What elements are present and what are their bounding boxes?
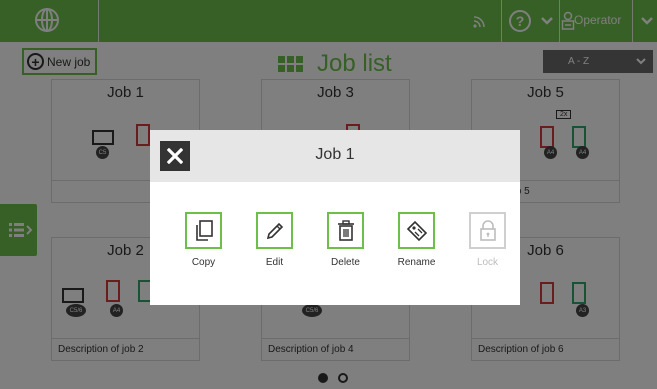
copy-icon — [195, 219, 213, 241]
copy-button[interactable] — [185, 212, 222, 249]
dialog-header: Job 1 — [150, 130, 520, 182]
lock-button — [469, 212, 506, 249]
copy-label: Copy — [191, 257, 216, 268]
dialog-title: Job 1 — [315, 146, 355, 163]
rename-label: Rename — [397, 257, 436, 268]
dialog-actions: Copy Edit Delete Rename Lock — [168, 212, 523, 268]
edit-action[interactable]: Edit — [239, 212, 310, 268]
lock-label: Lock — [476, 257, 499, 268]
rename-action[interactable]: Rename — [381, 212, 452, 268]
lock-action: Lock — [452, 212, 523, 268]
rename-button[interactable] — [398, 212, 435, 249]
copy-action[interactable]: Copy — [168, 212, 239, 268]
tag-icon — [406, 220, 427, 241]
lock-icon — [479, 219, 496, 241]
delete-label: Delete — [331, 257, 360, 268]
delete-button[interactable] — [327, 212, 364, 249]
delete-action[interactable]: Delete — [310, 212, 381, 268]
pencil-icon — [266, 222, 283, 239]
edit-label: Edit — [265, 257, 284, 268]
edit-button[interactable] — [256, 212, 293, 249]
trash-icon — [337, 219, 354, 241]
job-actions-dialog: Job 1 Copy Edit Delete Rename Lock — [150, 130, 520, 305]
